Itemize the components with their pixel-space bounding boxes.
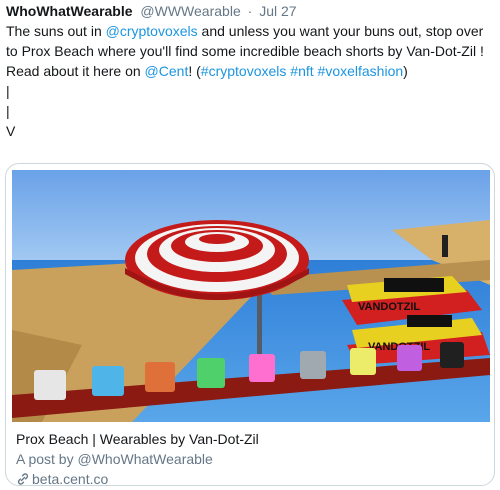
shorts — [397, 345, 422, 371]
link-icon — [17, 473, 29, 485]
shorts — [350, 348, 376, 375]
arrow-line-1: | — [6, 83, 10, 99]
card-description: A post by @WhoWhatWearable — [16, 451, 213, 467]
card-domain: beta.cent.co — [16, 470, 486, 486]
separator-dot: · — [247, 3, 253, 19]
tweet: WhoWhatWearable @WWWearable · Jul 27 The… — [0, 0, 500, 490]
tweet-text: The suns out in @cryptovoxels and unless… — [6, 21, 494, 141]
tweet-line-1: The suns out in @cryptovoxels and unless… — [6, 21, 494, 61]
card-meta: Prox Beach | Wearables by Van-Dot-Zil A … — [16, 430, 486, 486]
author-handle[interactable]: @WWWearable — [140, 3, 240, 19]
shorts — [145, 362, 175, 392]
shorts — [34, 370, 66, 400]
author-name[interactable]: WhoWhatWearable — [6, 3, 133, 19]
arrow-line-3: V — [6, 123, 16, 139]
text-segment: ! ( — [188, 63, 201, 79]
text-segment: Read about it here on — [6, 63, 145, 79]
shorts — [249, 354, 275, 382]
link-preview-card[interactable]: VANDOTZIL VANDOTZIL — [5, 163, 495, 486]
hashtag-nft[interactable]: #nft — [290, 63, 313, 79]
text-segment: The suns out in — [6, 23, 106, 39]
shorts — [300, 351, 326, 379]
text-segment: ) — [403, 63, 408, 79]
tweet-header: WhoWhatWearable @WWWearable · Jul 27 — [6, 3, 297, 20]
tweet-line-2: Read about it here on @Cent! (#cryptovox… — [6, 61, 494, 81]
arrow-line-2: | — [6, 103, 10, 119]
boat-label-1: VANDOTZIL — [358, 301, 420, 313]
card-image[interactable]: VANDOTZIL VANDOTZIL — [12, 170, 490, 422]
shorts — [197, 358, 225, 388]
mention-cryptovoxels[interactable]: @cryptovoxels — [106, 23, 198, 39]
shorts — [440, 342, 464, 368]
tweet-date[interactable]: Jul 27 — [259, 3, 296, 19]
hashtag-cryptovoxels[interactable]: #cryptovoxels — [201, 63, 287, 79]
mention-cent[interactable]: @Cent — [145, 63, 189, 79]
hashtag-voxelfashion[interactable]: #voxelfashion — [318, 63, 404, 79]
umbrella — [125, 220, 309, 300]
card-title[interactable]: Prox Beach | Wearables by Van-Dot-Zil — [16, 430, 486, 448]
card-domain-text: beta.cent.co — [32, 471, 109, 486]
pier-post — [442, 235, 448, 257]
shorts — [92, 366, 124, 396]
